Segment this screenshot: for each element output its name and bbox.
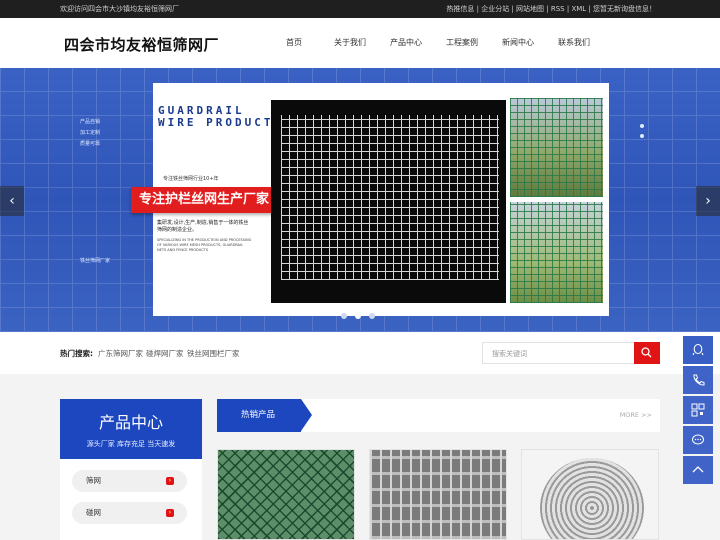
slide-indicators	[341, 313, 383, 319]
top-link-inquiry[interactable]: 您暂无新询盘信息！	[593, 5, 656, 13]
top-link-xml[interactable]: XML	[571, 5, 586, 13]
product-image	[370, 450, 506, 539]
banner-menu-item: 产品自销	[80, 119, 101, 125]
mesh-pattern	[281, 115, 499, 280]
product-category-item[interactable]: 碰网 ›	[72, 502, 187, 524]
qrcode-icon	[691, 403, 705, 417]
product-image	[540, 458, 644, 539]
banner-prev-button[interactable]: ‹	[0, 186, 24, 216]
nav-about[interactable]: 关于我们	[322, 37, 378, 48]
message-button[interactable]	[683, 426, 713, 454]
product-sidebar: 产品中心 源头厂家 库存充足 当天速发 筛网 › 碰网 ›	[60, 399, 202, 540]
search-input[interactable]: 搜索关键词	[492, 349, 527, 359]
search-box[interactable]: 搜索关键词	[482, 342, 660, 364]
banner-right-dots	[640, 124, 644, 144]
qrcode-button[interactable]	[683, 396, 713, 424]
fence-pattern	[510, 202, 603, 303]
product-sidebar-header: 产品中心 源头厂家 库存充足 当天速发	[60, 399, 202, 459]
banner-menu-item: 加工定制	[80, 130, 101, 136]
slide-small-text: 专注铁丝筛网行业10+年	[163, 176, 219, 182]
qq-icon	[692, 343, 704, 356]
main-nav: 首页 关于我们 产品中心 工程案例 新闻中心 联系我们	[266, 37, 602, 48]
nav-contact[interactable]: 联系我们	[546, 37, 602, 48]
hot-products-header: 热销产品 MORE >>	[217, 399, 660, 432]
banner-menu-item: 质量可靠	[80, 141, 101, 147]
header: 四会市均友裕恒筛网厂 首页 关于我们 产品中心 工程案例 新闻中心 联系我们	[0, 18, 720, 68]
slide-dot[interactable]	[341, 313, 347, 319]
floating-toolbar	[683, 336, 713, 486]
chevron-up-icon	[692, 466, 704, 473]
chevron-right-icon: ›	[166, 477, 174, 485]
product-category-label: 碰网	[86, 508, 101, 517]
top-link-sitemap[interactable]: 网站地图	[516, 5, 544, 13]
hot-products-tab[interactable]: 热销产品	[217, 399, 312, 432]
back-to-top-button[interactable]	[683, 456, 713, 484]
hot-search-bar: 热门搜索: 广东筛网厂家 碰焊网厂家 铁丝网围栏厂家 搜索关键词	[0, 332, 720, 374]
chevron-right-icon: ›	[166, 509, 174, 517]
site-logo[interactable]: 四会市均友裕恒筛网厂	[64, 34, 219, 55]
more-link[interactable]: MORE >>	[620, 411, 652, 419]
hero-banner: 产品自销 加工定制 质量可靠 铁丝筛网厂家 GUARDRAIL WIRE PRO…	[0, 68, 720, 332]
top-bar: 欢迎访问四会市大沙镇均友裕恒筛网厂 热推信息 | 企业分站 | 网站地图 | R…	[0, 0, 720, 18]
product-category-item[interactable]: 筛网 ›	[72, 470, 187, 492]
product-card-grating[interactable]	[369, 449, 507, 540]
slide-dot[interactable]	[355, 313, 361, 319]
product-card-chainlink[interactable]	[217, 449, 355, 540]
search-icon	[641, 347, 652, 358]
banner-next-button[interactable]: ›	[696, 186, 720, 216]
nav-cases[interactable]: 工程案例	[434, 37, 490, 48]
banner-left-menu: 产品自销 加工定制 质量可靠 铁丝筛网厂家	[80, 118, 110, 268]
banner-left-tag: 铁丝筛网厂家	[80, 258, 111, 264]
fence-pattern	[510, 98, 603, 197]
top-links: 热推信息 | 企业分站 | 网站地图 | RSS | XML | 您暂无新询盘信…	[446, 5, 656, 13]
message-icon	[692, 434, 704, 445]
top-link-hot-info[interactable]: 热推信息	[446, 5, 474, 13]
product-card-barbed-wire[interactable]	[521, 449, 659, 540]
hot-keyword-3[interactable]: 铁丝网围栏厂家	[187, 348, 240, 359]
top-link-rss[interactable]: RSS	[551, 5, 565, 13]
phone-icon	[693, 374, 705, 386]
qq-button[interactable]	[683, 336, 713, 364]
nav-news[interactable]: 新闻中心	[490, 37, 546, 48]
product-sidebar-title: 产品中心	[98, 413, 163, 432]
product-sidebar-subtitle: 源头厂家 库存充足 当天速发	[86, 440, 176, 448]
slide-fence-photo-2	[510, 202, 603, 303]
slide-mesh-image	[271, 100, 506, 303]
slide-description: 集研发,设计,生产,制造,销售于一体的铁丝筛网的制造企业。	[157, 220, 249, 233]
slide-english: SPECIALIZING IN THE PRODUCTION AND PROCE…	[157, 238, 252, 252]
slide-fence-photo-1	[510, 98, 603, 197]
banner-slide[interactable]: GUARDRAIL WIRE PRODUCTION 专注铁丝筛网行业10+年 专…	[131, 83, 609, 316]
hot-search-label: 热门搜索:	[60, 349, 93, 358]
hot-keyword-1[interactable]: 广东筛网厂家	[98, 348, 143, 359]
product-image	[218, 450, 354, 539]
slide-dot[interactable]	[369, 313, 375, 319]
search-button[interactable]	[634, 342, 660, 364]
top-link-branch[interactable]: 企业分站	[481, 5, 509, 13]
hot-keyword-2[interactable]: 碰焊网厂家	[146, 348, 184, 359]
nav-products[interactable]: 产品中心	[378, 37, 434, 48]
phone-button[interactable]	[683, 366, 713, 394]
welcome-text: 欢迎访问四会市大沙镇均友裕恒筛网厂	[60, 5, 179, 13]
product-category-label: 筛网	[86, 476, 101, 485]
nav-home[interactable]: 首页	[266, 37, 322, 48]
